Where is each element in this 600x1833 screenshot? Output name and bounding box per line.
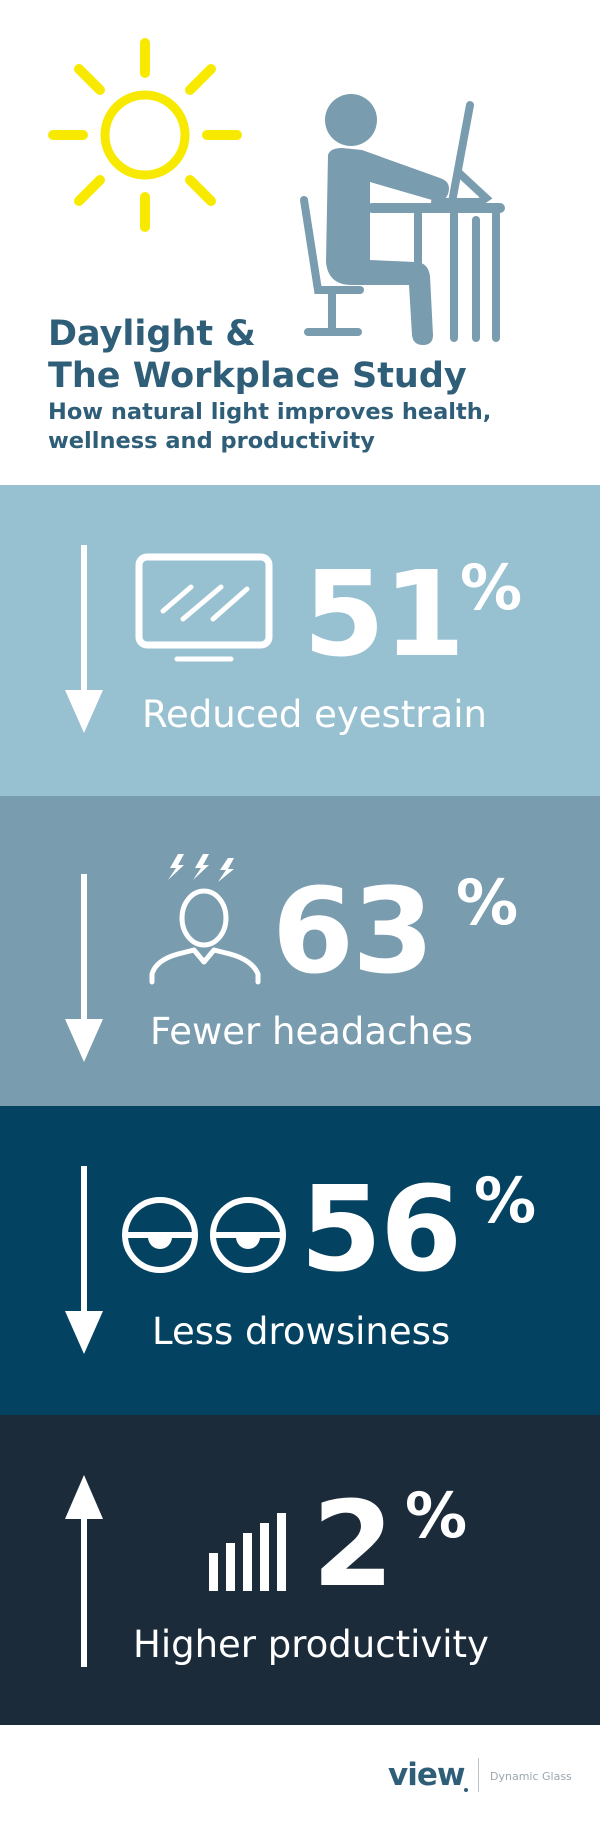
subtitle-line-2: wellness and productivity <box>48 428 375 454</box>
stat-panel-eyestrain: 51 % Reduced eyestrain <box>0 485 600 796</box>
down-arrow-icon <box>65 545 103 733</box>
sun-icon <box>48 38 242 232</box>
stat-label: Reduced eyestrain <box>142 693 487 736</box>
monitor-icon <box>135 553 273 662</box>
stat-panel-productivity: 2 % Higher productivity <box>0 1415 600 1725</box>
stat-unit: % <box>474 1164 537 1237</box>
header-section: Daylight & The Workplace Study How natur… <box>0 0 600 485</box>
stat-unit: % <box>456 866 519 939</box>
view-logo[interactable]: view <box>388 1757 465 1793</box>
down-arrow-icon <box>65 1166 103 1354</box>
stat-panel-headaches: 63 % Fewer headaches <box>0 796 600 1106</box>
stat-label: Higher productivity <box>133 1623 489 1666</box>
footer-tagline: Dynamic Glass <box>490 1770 572 1783</box>
stat-unit: % <box>405 1479 468 1552</box>
title-line-2: The Workplace Study <box>48 356 467 396</box>
person-at-desk-icon <box>300 94 505 345</box>
down-arrow-icon <box>65 874 103 1062</box>
stat-value: 63 <box>272 862 434 1000</box>
subtitle-line-1: How natural light improves health, <box>48 399 492 425</box>
headache-person-icon <box>149 854 261 985</box>
infographic-page: Daylight & The Workplace Study How natur… <box>0 0 600 1833</box>
stat-unit: % <box>460 551 523 624</box>
stat-label: Less drowsiness <box>152 1310 451 1353</box>
bar-chart-icon <box>209 1513 286 1591</box>
title-line-1: Daylight & <box>48 314 256 354</box>
drowsy-eyes-icon <box>122 1197 286 1273</box>
stat-value: 2 <box>312 1475 394 1613</box>
footer-divider <box>478 1758 479 1792</box>
page-title: Daylight & The Workplace Study <box>48 313 467 397</box>
stat-value: 56 <box>300 1160 462 1298</box>
page-subtitle: How natural light improves health, welln… <box>48 398 491 456</box>
logo-dot <box>464 1788 468 1792</box>
stat-panel-drowsiness: 56 % Less drowsiness <box>0 1106 600 1415</box>
stat-label: Fewer headaches <box>150 1010 473 1053</box>
up-arrow-icon <box>65 1475 103 1667</box>
stat-value: 51 <box>303 545 465 683</box>
